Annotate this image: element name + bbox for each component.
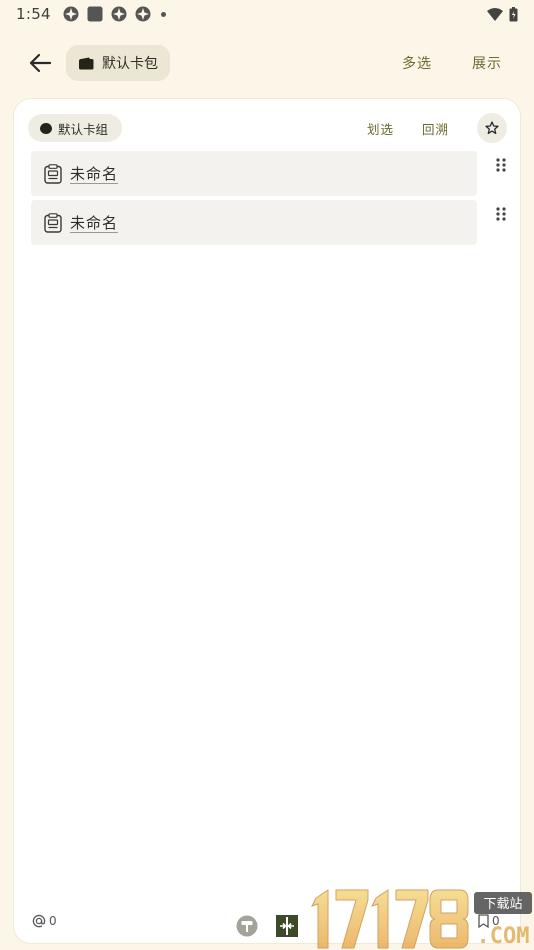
- card-item: 未命名: [31, 200, 509, 245]
- system-icons: [487, 6, 518, 22]
- back-button[interactable]: [20, 43, 60, 83]
- card-group-actions: 划选 回溯: [367, 113, 507, 143]
- site-watermark-logo: 下载站 .COM: [311, 889, 532, 949]
- svg-text:.COM: .COM: [477, 924, 530, 949]
- status-bar: 1:54: [0, 0, 534, 28]
- battery-icon: [509, 6, 518, 21]
- arrow-left-icon: [29, 53, 52, 73]
- wallet-label: 默认卡包: [102, 56, 158, 72]
- status-time: 1:54: [16, 5, 51, 23]
- split-view-icon[interactable]: [276, 915, 298, 937]
- favorite-button[interactable]: [477, 113, 507, 143]
- card-title: 未命名: [70, 165, 119, 183]
- multi-select-button[interactable]: 多选: [402, 53, 432, 73]
- more-notifications-dot: [160, 11, 166, 17]
- drag-handle-icon[interactable]: [493, 157, 509, 173]
- display-button[interactable]: 展示: [472, 53, 502, 73]
- swipe-select-button[interactable]: 划选: [367, 119, 394, 138]
- card-group-header: 默认卡组 划选 回溯: [28, 113, 507, 143]
- aperture-icon: [63, 6, 79, 22]
- note-card-icon: [44, 163, 62, 184]
- card-group-selector[interactable]: 默认卡组: [28, 114, 123, 142]
- svg-text:下载站: 下载站: [483, 897, 522, 912]
- at-sign-icon: [32, 914, 46, 928]
- star-icon: [485, 121, 499, 135]
- card-list: 未命名 未命名: [31, 151, 509, 249]
- paint-roller-icon[interactable]: [236, 915, 258, 937]
- wifi-icon: [487, 7, 503, 21]
- trace-back-button[interactable]: 回溯: [422, 119, 449, 138]
- card-title: 未命名: [70, 214, 119, 232]
- group-dot-icon: [40, 122, 52, 134]
- app-square-icon: [87, 6, 103, 22]
- top-actions: 多选 展示: [402, 53, 514, 73]
- wallet-selector[interactable]: 默认卡包: [66, 45, 170, 81]
- mention-count: 0: [49, 914, 57, 928]
- aperture-icon: [111, 6, 127, 22]
- card-group-label: 默认卡组: [58, 121, 109, 137]
- card-item: 未命名: [31, 151, 509, 196]
- aperture-icon: [135, 6, 151, 22]
- notification-icons: [63, 6, 166, 22]
- card-entry[interactable]: 未命名: [31, 200, 477, 245]
- card-group-panel: 默认卡组 划选 回溯 未命名 未命名 0 0: [13, 98, 521, 944]
- mention-counter[interactable]: 0: [32, 914, 57, 928]
- note-card-icon: [44, 212, 62, 233]
- drag-handle-icon[interactable]: [493, 206, 509, 222]
- wallet-icon: [79, 57, 94, 69]
- top-bar: 默认卡包 多选 展示: [0, 40, 534, 86]
- card-entry[interactable]: 未命名: [31, 151, 477, 196]
